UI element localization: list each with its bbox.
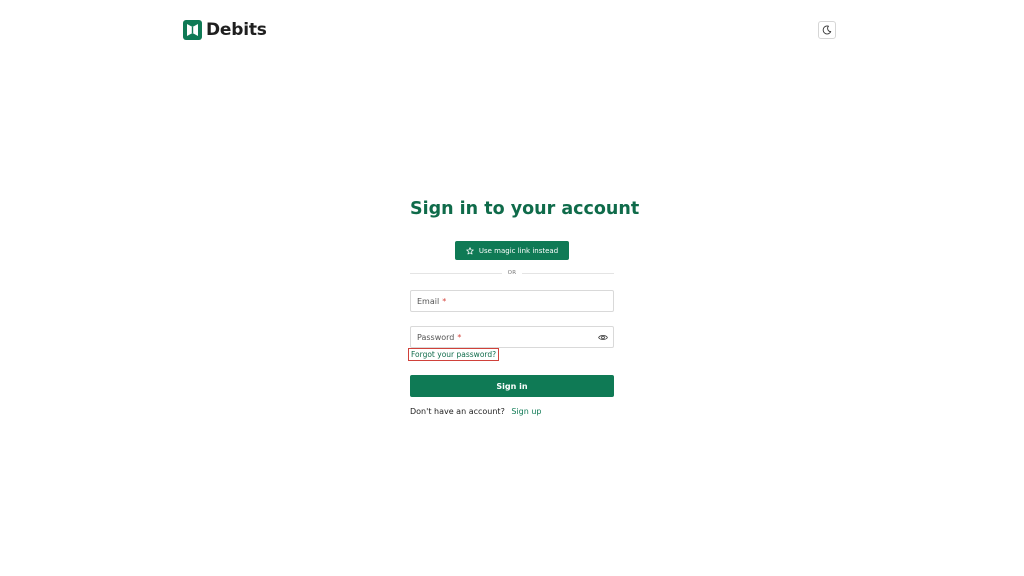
- logo-icon: [183, 20, 202, 40]
- or-divider: OR: [410, 269, 615, 277]
- moon-icon: [822, 25, 832, 35]
- logo-text: Debits: [206, 20, 267, 40]
- divider-text: OR: [507, 270, 517, 276]
- star-icon: [466, 246, 474, 254]
- email-field[interactable]: Email *: [410, 290, 614, 312]
- signin-button[interactable]: Sign in: [410, 375, 614, 397]
- forgot-password-link[interactable]: Forgot your password?: [408, 348, 500, 361]
- email-label: Email: [417, 296, 440, 306]
- eye-icon[interactable]: [598, 333, 608, 342]
- signup-prompt: Don't have an account?: [410, 407, 505, 416]
- signin-form: Sign in to your account Use magic link i…: [408, 197, 640, 416]
- divider-line: [410, 272, 502, 274]
- magic-link-label: Use magic link instead: [478, 246, 559, 255]
- email-required-mark: *: [442, 296, 447, 306]
- password-required-mark: *: [457, 332, 462, 342]
- signup-link[interactable]: Sign up: [511, 407, 541, 416]
- brand-logo[interactable]: Debits: [183, 19, 267, 41]
- theme-toggle-button[interactable]: [818, 21, 836, 39]
- page: Debits Sign in to your account Use magic…: [0, 0, 1024, 576]
- page-title: Sign in to your account: [410, 199, 640, 219]
- password-field[interactable]: Password *: [410, 326, 614, 348]
- divider-line: [522, 272, 615, 274]
- password-label: Password: [417, 332, 455, 342]
- magic-link-button[interactable]: Use magic link instead: [455, 241, 569, 260]
- signup-row: Don't have an account? Sign up: [410, 407, 542, 416]
